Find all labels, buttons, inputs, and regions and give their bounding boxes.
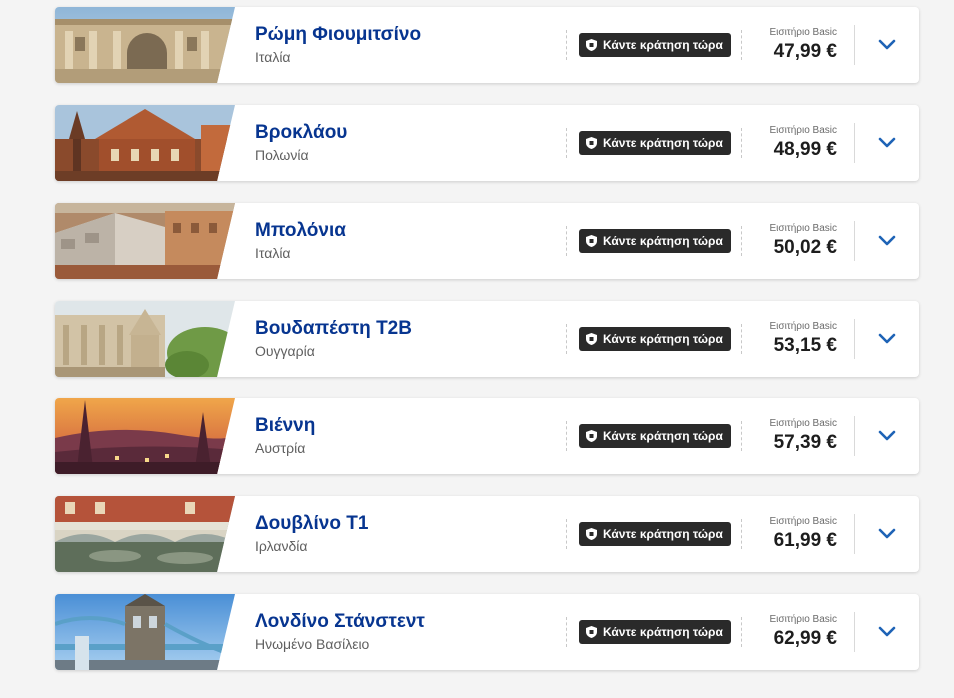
wroclaw-town-hall-photo	[55, 105, 235, 181]
expand-button[interactable]	[855, 105, 919, 181]
chevron-down-icon	[878, 235, 896, 246]
book-now-button[interactable]: Κάντε κράτηση τώρα	[579, 620, 731, 644]
divider	[566, 30, 567, 60]
divider	[566, 617, 567, 647]
expand-button[interactable]	[855, 594, 919, 670]
destination-card-budapest[interactable]: Βουδαπέστη T2B Ουγγαρία Κάντε κράτηση τώ…	[55, 301, 919, 377]
destination-country: Ιταλία	[255, 245, 291, 261]
divider	[566, 226, 567, 256]
destination-card-dublin[interactable]: Δουβλίνο T1 Ιρλανδία Κάντε κράτηση τώρα …	[55, 496, 919, 572]
destination-city: Βροκλάου	[255, 122, 348, 143]
divider	[741, 226, 742, 256]
book-now-button[interactable]: Κάντε κράτηση τώρα	[579, 424, 731, 448]
book-now-label: Κάντε κράτηση τώρα	[603, 136, 723, 150]
destination-city: Ρώμη Φιουμιτσίνο	[255, 24, 422, 45]
book-now-button[interactable]: Κάντε κράτηση τώρα	[579, 33, 731, 57]
shield-icon	[586, 430, 597, 442]
price: 57,39 €	[773, 432, 837, 453]
book-now-button[interactable]: Κάντε κράτηση τώρα	[579, 131, 731, 155]
expand-button[interactable]	[855, 301, 919, 377]
book-now-label: Κάντε κράτηση τώρα	[603, 625, 723, 639]
price: 48,99 €	[773, 139, 837, 160]
book-now-label: Κάντε κράτηση τώρα	[603, 332, 723, 346]
destination-city: Λονδίνο Στάνστεντ	[255, 611, 425, 632]
divider	[566, 128, 567, 158]
destination-city: Βιέννη	[255, 415, 316, 436]
divider	[741, 519, 742, 549]
expand-button[interactable]	[855, 496, 919, 572]
fare-type-label: Εισιτήριο Basic	[769, 321, 838, 332]
chevron-down-icon	[878, 333, 896, 344]
price: 50,02 €	[773, 237, 837, 258]
shield-icon	[586, 528, 597, 540]
destination-card-bologna[interactable]: Μπολόνια Ιταλία Κάντε κράτηση τώρα Εισιτ…	[55, 203, 919, 279]
divider	[566, 519, 567, 549]
price: 53,15 €	[773, 335, 837, 356]
divider	[566, 324, 567, 354]
fare-type-label: Εισιτήριο Basic	[769, 125, 838, 136]
london-tower-bridge-photo	[55, 594, 235, 670]
book-now-label: Κάντε κράτηση τώρα	[603, 429, 723, 443]
chevron-down-icon	[878, 626, 896, 637]
chevron-down-icon	[878, 430, 896, 441]
destination-country: Ιρλανδία	[255, 538, 308, 554]
divider	[741, 617, 742, 647]
chevron-down-icon	[878, 39, 896, 50]
price: 62,99 €	[773, 628, 837, 649]
destination-country: Αυστρία	[255, 440, 306, 456]
shield-icon	[586, 235, 597, 247]
fare-type-label: Εισιτήριο Basic	[769, 614, 838, 625]
destination-card-rome[interactable]: Ρώμη Φιουμιτσίνο Ιταλία Κάντε κράτηση τώ…	[55, 7, 919, 83]
book-now-label: Κάντε κράτηση τώρα	[603, 527, 723, 541]
destination-city: Βουδαπέστη T2B	[255, 318, 412, 339]
expand-button[interactable]	[855, 203, 919, 279]
chevron-down-icon	[878, 137, 896, 148]
divider	[741, 30, 742, 60]
fare-type-label: Εισιτήριο Basic	[769, 516, 838, 527]
divider	[566, 421, 567, 451]
fare-type-label: Εισιτήριο Basic	[769, 27, 838, 38]
divider	[741, 324, 742, 354]
shield-icon	[586, 39, 597, 51]
book-now-label: Κάντε κράτηση τώρα	[603, 38, 723, 52]
shield-icon	[586, 333, 597, 345]
book-now-label: Κάντε κράτηση τώρα	[603, 234, 723, 248]
destination-card-vienna[interactable]: Βιέννη Αυστρία Κάντε κράτηση τώρα Εισιτή…	[55, 398, 919, 474]
price: 47,99 €	[773, 41, 837, 62]
shield-icon	[586, 626, 597, 638]
book-now-button[interactable]: Κάντε κράτηση τώρα	[579, 522, 731, 546]
destination-country: Ιταλία	[255, 49, 291, 65]
price: 61,99 €	[773, 530, 837, 551]
fare-type-label: Εισιτήριο Basic	[769, 223, 838, 234]
expand-button[interactable]	[855, 7, 919, 83]
shield-icon	[586, 137, 597, 149]
destination-country: Πολωνία	[255, 147, 309, 163]
book-now-button[interactable]: Κάντε κράτηση τώρα	[579, 229, 731, 253]
budapest-fishermans-bastion-photo	[55, 301, 235, 377]
book-now-button[interactable]: Κάντε κράτηση τώρα	[579, 327, 731, 351]
destination-card-wroclaw[interactable]: Βροκλάου Πολωνία Κάντε κράτηση τώρα Εισι…	[55, 105, 919, 181]
destination-city: Δουβλίνο T1	[255, 513, 369, 534]
destination-country: Ηνωμένο Βασίλειο	[255, 636, 370, 652]
destination-card-london[interactable]: Λονδίνο Στάνστεντ Ηνωμένο Βασίλειο Κάντε…	[55, 594, 919, 670]
chevron-down-icon	[878, 528, 896, 539]
rome-building-photo	[55, 7, 235, 83]
dublin-bridge-photo	[55, 496, 235, 572]
bologna-rooftops-photo	[55, 203, 235, 279]
destination-list: Ρώμη Φιουμιτσίνο Ιταλία Κάντε κράτηση τώ…	[0, 0, 954, 698]
expand-button[interactable]	[855, 398, 919, 474]
fare-type-label: Εισιτήριο Basic	[769, 418, 838, 429]
destination-city: Μπολόνια	[255, 220, 346, 241]
divider	[741, 128, 742, 158]
vienna-sunset-photo	[55, 398, 235, 474]
divider	[741, 421, 742, 451]
destination-country: Ουγγαρία	[255, 343, 315, 359]
